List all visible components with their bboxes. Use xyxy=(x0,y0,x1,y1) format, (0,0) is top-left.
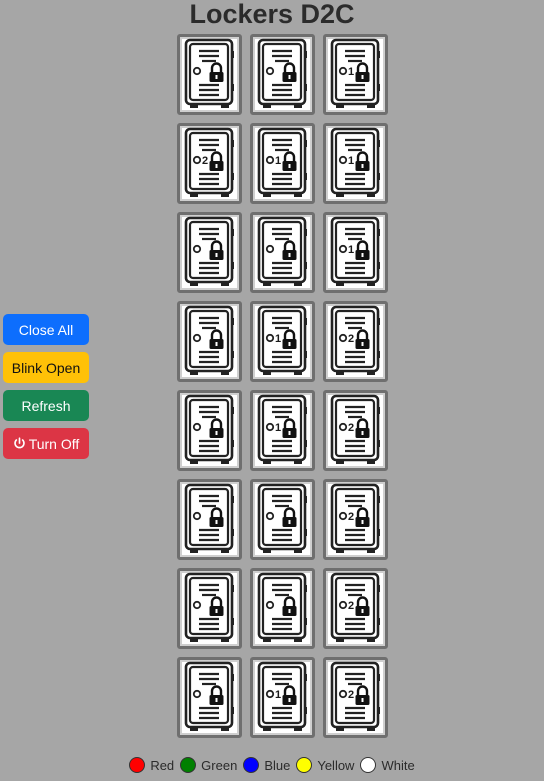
color-dot-icon xyxy=(360,757,377,773)
locker-number: 1 xyxy=(275,689,282,701)
locker-9[interactable]: 1 xyxy=(323,212,388,293)
locker-icon xyxy=(255,305,310,377)
legend-item-white: White xyxy=(360,757,415,773)
locker-number: 1 xyxy=(348,244,355,256)
legend-item-red: Red xyxy=(129,757,174,773)
refresh-button[interactable]: Refresh xyxy=(3,390,89,421)
locker-3[interactable]: 1 xyxy=(323,34,388,115)
locker-number: 1 xyxy=(275,155,282,167)
locker-icon xyxy=(328,572,383,644)
locker-icon xyxy=(255,572,310,644)
power-icon xyxy=(13,437,25,449)
color-legend: Red Green Blue Yellow White xyxy=(0,757,544,773)
locker-20[interactable] xyxy=(250,568,315,649)
locker-19[interactable] xyxy=(177,568,242,649)
locker-icon xyxy=(255,216,310,288)
locker-4[interactable]: 2 xyxy=(177,123,242,204)
locker-icon xyxy=(182,661,237,733)
locker-number: 2 xyxy=(202,155,209,167)
locker-7[interactable] xyxy=(177,212,242,293)
legend-label: Blue xyxy=(264,757,291,773)
color-dot-icon xyxy=(129,757,146,773)
locker-icon xyxy=(255,127,310,199)
locker-icon xyxy=(255,661,310,733)
turn-off-label: Turn Off xyxy=(28,435,80,452)
locker-1[interactable] xyxy=(177,34,242,115)
locker-icon xyxy=(182,305,237,377)
locker-16[interactable] xyxy=(177,479,242,560)
locker-icon xyxy=(328,394,383,466)
locker-6[interactable]: 1 xyxy=(323,123,388,204)
locker-icon xyxy=(328,483,383,555)
locker-10[interactable] xyxy=(177,301,242,382)
locker-icon xyxy=(182,127,237,199)
legend-label: Yellow xyxy=(317,757,355,773)
locker-icon xyxy=(182,216,237,288)
close-all-button[interactable]: Close All xyxy=(3,314,89,345)
locker-number: 1 xyxy=(275,422,282,434)
locker-21[interactable]: 2 xyxy=(323,568,388,649)
locker-icon xyxy=(182,483,237,555)
locker-2[interactable] xyxy=(250,34,315,115)
locker-18[interactable]: 2 xyxy=(323,479,388,560)
locker-icon xyxy=(328,305,383,377)
turn-off-button[interactable]: Turn Off xyxy=(3,428,89,459)
control-panel: Close All Blink Open Refresh Turn Off xyxy=(3,314,89,466)
locker-number: 2 xyxy=(348,333,355,345)
legend-item-yellow: Yellow xyxy=(296,757,354,773)
locker-11[interactable]: 1 xyxy=(250,301,315,382)
locker-8[interactable] xyxy=(250,212,315,293)
legend-label: Red xyxy=(150,757,175,773)
locker-14[interactable]: 1 xyxy=(250,390,315,471)
locker-13[interactable] xyxy=(177,390,242,471)
color-dot-icon xyxy=(296,757,313,773)
legend-label: Green xyxy=(201,757,238,773)
page-title: Lockers D2C xyxy=(189,0,355,29)
locker-number: 1 xyxy=(348,66,355,78)
locker-grid: 1 2 1 1 1 1 2 1 2 2 2 1 2 xyxy=(177,34,388,738)
locker-number: 1 xyxy=(348,155,355,167)
locker-23[interactable]: 1 xyxy=(250,657,315,738)
legend-label: White xyxy=(381,757,415,773)
locker-5[interactable]: 1 xyxy=(250,123,315,204)
locker-number: 2 xyxy=(348,600,355,612)
locker-icon xyxy=(255,38,310,110)
color-dot-icon xyxy=(243,757,260,773)
locker-icon xyxy=(182,394,237,466)
locker-number: 1 xyxy=(275,333,282,345)
color-dot-icon xyxy=(180,757,197,773)
locker-icon xyxy=(255,483,310,555)
legend-item-blue: Blue xyxy=(243,757,290,773)
locker-24[interactable]: 2 xyxy=(323,657,388,738)
locker-number: 2 xyxy=(348,422,355,434)
locker-icon xyxy=(182,572,237,644)
locker-12[interactable]: 2 xyxy=(323,301,388,382)
blink-open-button[interactable]: Blink Open xyxy=(3,352,89,383)
locker-icon xyxy=(328,38,383,110)
locker-17[interactable] xyxy=(250,479,315,560)
locker-icon xyxy=(328,661,383,733)
legend-item-green: Green xyxy=(180,757,237,773)
locker-number: 2 xyxy=(348,511,355,523)
locker-22[interactable] xyxy=(177,657,242,738)
locker-icon xyxy=(255,394,310,466)
locker-icon xyxy=(328,216,383,288)
locker-icon xyxy=(328,127,383,199)
locker-icon xyxy=(182,38,237,110)
locker-number: 2 xyxy=(348,689,355,701)
locker-15[interactable]: 2 xyxy=(323,390,388,471)
